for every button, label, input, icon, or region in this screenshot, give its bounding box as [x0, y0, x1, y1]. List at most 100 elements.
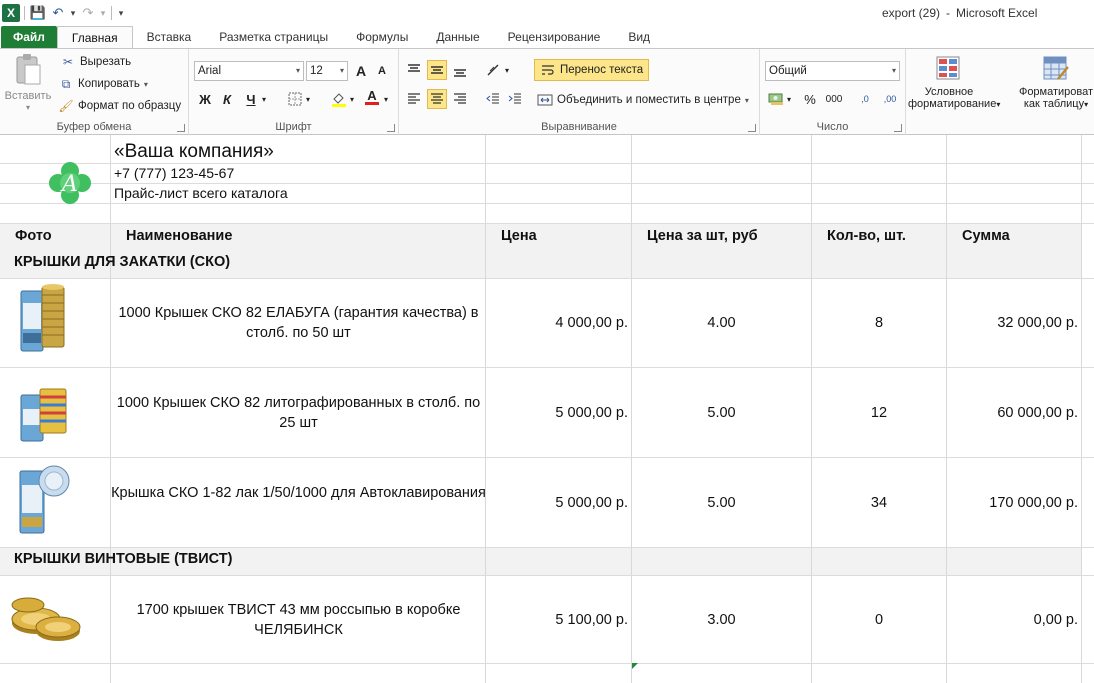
save-icon[interactable]: 💾 [29, 4, 47, 22]
underline-dropdown-icon[interactable]: ▾ [259, 89, 269, 109]
undo-dropdown-icon[interactable]: ▾ [69, 4, 77, 22]
number-group-label: Число [816, 121, 849, 133]
qat-separator [111, 6, 112, 20]
borders-dropdown-icon[interactable]: ▾ [303, 89, 313, 109]
alignment-launcher-icon[interactable] [748, 124, 756, 132]
tab-formulas[interactable]: Формулы [342, 26, 422, 48]
font-launcher-icon[interactable] [387, 124, 395, 132]
shrink-font-button[interactable]: A [372, 61, 392, 81]
company-name: «Ваша компания» [114, 141, 274, 162]
product-photo-jar-lids [20, 284, 65, 352]
italic-button[interactable]: К [217, 89, 237, 109]
redo-icon[interactable]: ↷ [79, 4, 97, 22]
cut-button[interactable]: ✂ Вырезать [60, 54, 131, 70]
align-left-icon[interactable] [404, 89, 424, 109]
decrease-indent-icon[interactable] [483, 89, 503, 109]
format-as-table-button[interactable]: Форматироват как таблицу▾ [1014, 55, 1094, 111]
ribbon: Вставить ▾ ✂ Вырезать ⧉ Копировать ▾ 🖌 Ф… [0, 48, 1094, 135]
orientation-dropdown-icon[interactable]: ▾ [502, 60, 512, 80]
number-format-value: Общий [769, 65, 807, 77]
tab-home[interactable]: Главная [56, 26, 133, 48]
decrease-decimal-button[interactable]: ,00 [878, 89, 902, 109]
merge-center-button[interactable]: Объединить и поместить в центре ▾ [537, 92, 749, 108]
product-sum: 60 000,00 р. [997, 405, 1078, 421]
align-middle-icon[interactable] [427, 60, 447, 80]
wrap-text-button[interactable]: Перенос текста [534, 59, 650, 81]
align-center-icon[interactable] [427, 89, 447, 109]
error-indicator-icon[interactable] [632, 663, 638, 669]
copy-label: Копировать [78, 78, 140, 90]
col-divider [1081, 135, 1082, 683]
copy-button[interactable]: ⧉ Копировать ▾ [58, 76, 148, 92]
product-qty: 0 [874, 612, 884, 628]
wrap-text-label: Перенос текста [560, 64, 644, 76]
paste-button[interactable]: Вставить ▾ [4, 53, 52, 114]
conditional-formatting-button[interactable]: Условное форматирование▾ [908, 55, 1000, 111]
tab-file[interactable]: Файл [1, 26, 57, 48]
window-title: export (29) - Microsoft Excel [882, 6, 1037, 20]
increase-indent-icon[interactable] [505, 89, 525, 109]
app-title: Microsoft Excel [956, 6, 1038, 20]
underline-button[interactable]: Ч [241, 89, 261, 109]
header-photo: Фото [15, 228, 52, 244]
product-price: 5 100,00 р. [555, 612, 628, 628]
header-name: Наименование [126, 228, 233, 244]
worksheet-grid[interactable]: A «Ваша компания» +7 (777) 123-45-67 Пра… [0, 135, 1094, 683]
tab-view[interactable]: Вид [614, 26, 664, 48]
number-launcher-icon[interactable] [894, 124, 902, 132]
paste-label: Вставить [4, 90, 52, 102]
wrap-text-icon [540, 62, 556, 78]
thousands-button[interactable]: 000 [822, 89, 846, 109]
clipboard-launcher-icon[interactable] [177, 124, 185, 132]
merge-center-label: Объединить и поместить в центре [557, 94, 741, 106]
font-color-glyph: A [367, 88, 377, 103]
product-name: 1000 Крышек СКО 82 ЕЛАБУГА (гарантия кач… [118, 305, 479, 341]
currency-format-icon[interactable] [766, 89, 786, 109]
product-sum: 32 000,00 р. [997, 315, 1078, 331]
font-size-value: 12 [310, 65, 323, 77]
paste-icon [16, 54, 41, 85]
font-family-select[interactable]: Arial ▾ [194, 61, 304, 81]
product-photo-litho-lids [20, 388, 67, 442]
tab-review[interactable]: Рецензирование [494, 26, 615, 48]
tab-data[interactable]: Данные [422, 26, 493, 48]
product-name: 1700 крышек ТВИСТ 43 мм россыпью в короб… [136, 602, 461, 638]
font-color-dropdown-icon[interactable]: ▾ [381, 89, 391, 109]
clipboard-group: Вставить ▾ ✂ Вырезать ⧉ Копировать ▾ 🖌 Ф… [0, 49, 189, 135]
font-color-button[interactable]: A [362, 87, 382, 107]
fill-color-dropdown-icon[interactable]: ▾ [347, 89, 357, 109]
orientation-icon[interactable] [484, 60, 504, 80]
align-top-icon[interactable] [404, 60, 424, 80]
product-qty: 12 [870, 405, 888, 421]
row-divider [0, 457, 1094, 458]
currency-dropdown-icon[interactable]: ▾ [784, 89, 794, 109]
align-bottom-icon[interactable] [450, 60, 470, 80]
product-unit-price: 5.00 [707, 495, 736, 511]
customize-qat-icon[interactable]: ▾ [116, 4, 126, 22]
align-right-icon[interactable] [450, 89, 470, 109]
format-painter-button[interactable]: 🖌 Формат по образцу [58, 98, 181, 114]
redo-dropdown-icon[interactable]: ▾ [99, 4, 107, 22]
header-unit-price: Цена за шт, руб [647, 228, 758, 244]
bold-button[interactable]: Ж [195, 89, 215, 109]
increase-decimal-button[interactable]: ,0 [854, 89, 876, 109]
row-divider [0, 183, 1094, 184]
row-divider [0, 223, 1094, 224]
company-logo-letter: A [60, 172, 78, 197]
tab-insert[interactable]: Вставка [133, 26, 206, 48]
product-name: 1000 Крышек СКО 82 литографированных в с… [116, 395, 481, 431]
excel-logo-icon: X [2, 4, 20, 22]
number-format-select[interactable]: Общий ▾ [765, 61, 900, 81]
tab-page-layout[interactable]: Разметка страницы [205, 26, 342, 48]
borders-icon[interactable] [285, 89, 305, 109]
product-qty: 8 [874, 315, 884, 331]
fill-color-icon[interactable] [329, 89, 349, 109]
font-size-select[interactable]: 12 ▾ [306, 61, 348, 81]
undo-icon[interactable]: ↶ [49, 4, 67, 22]
percent-button[interactable]: % [800, 89, 820, 109]
grow-font-button[interactable]: A [351, 61, 371, 81]
product-unit-price: 4.00 [707, 315, 736, 331]
copy-dropdown-icon: ▾ [143, 79, 148, 89]
font-group: Arial ▾ 12 ▾ A A Ж К Ч ▾ ▾ ▾ A ▾ Шрифт [189, 49, 399, 135]
alignment-group-label: Выравнивание [541, 121, 617, 133]
